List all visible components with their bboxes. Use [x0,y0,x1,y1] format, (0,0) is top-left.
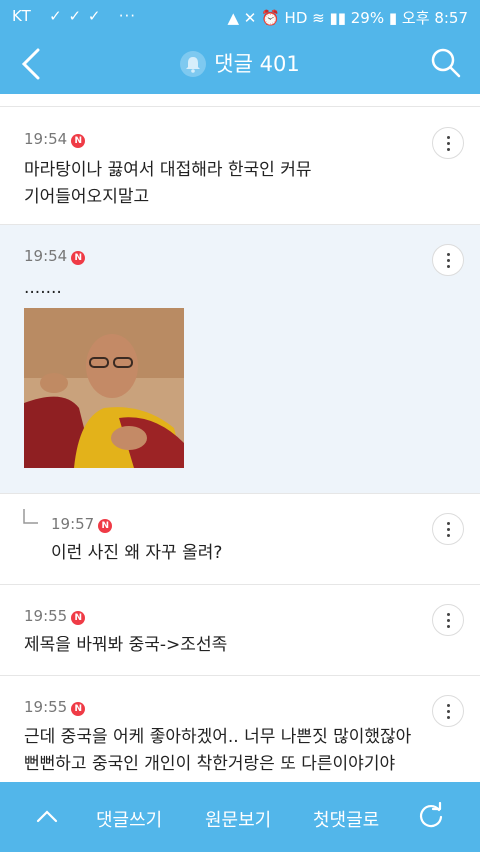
reply-arrow-icon [23,509,38,524]
status-bar: KT ✓ ✓ ✓ ··· ▲ ✕ ⏰ HD ≋ ▮▮ 29% ▮ 오후 8:57 [0,0,480,34]
battery-icon: ▮ [388,9,398,27]
status-left: KT ✓ ✓ ✓ ··· [12,7,136,25]
more-options-button[interactable] [432,695,464,727]
portrait-photo [24,308,184,468]
view-original-button[interactable]: 원문보기 [205,806,271,832]
comment-item: 19:55 N 제목을 바꿔봐 중국->조선족 [0,585,480,675]
bell-icon[interactable] [180,51,207,77]
comment-item: 19:55 N 근데 중국을 어케 좋아하겠어.. 너무 나쁜짓 많이했잖아 뻔뻔… [0,676,480,782]
comment-image[interactable] [24,308,184,468]
comment-time: 19:55 N [24,698,86,716]
refresh-button[interactable] [417,801,445,834]
comment-time: 19:54 N [24,130,86,148]
new-badge: N [71,702,86,716]
more-icon [447,136,450,139]
new-badge: N [71,611,86,625]
write-comment-button[interactable]: 댓글쓰기 [96,806,162,832]
comment-item: 19:54 N 마라탕이나 끓여서 대접해라 한국인 커뮤 기어들어오지말고 [0,107,480,224]
comment-text: 근데 중국을 어케 좋아하겠어.. 너무 나쁜짓 많이했잖아 뻔뻔하고 중국인 … [24,727,412,774]
comment-time: 19:55 N [24,607,86,625]
more-options-button[interactable] [432,127,464,159]
bottom-toolbar: 댓글쓰기 원문보기 첫댓글로 [0,782,480,852]
new-badge: N [98,519,113,533]
status-right: ▲ ✕ ⏰ HD ≋ ▮▮ 29% ▮ 오후 8:57 [227,7,468,28]
clock-time: 8:57 [434,9,468,27]
more-icon [447,704,450,707]
reply-comment-item: 19:57 N 이런 사진 왜 자꾸 올려? [0,494,480,584]
battery-level: 29% [350,9,385,27]
comment-text: ....... [24,278,62,298]
comment-text: 제목을 바꿔봐 중국->조선족 [24,635,228,655]
more-options-button[interactable] [432,604,464,636]
more-icon [447,253,450,256]
comment-text: 이런 사진 왜 자꾸 올려? [51,543,223,563]
new-badge: N [71,251,86,265]
header-bar: 댓글 401 [0,34,480,94]
comment-time: 19:57 N [51,515,113,533]
header-title-area: 댓글 401 [0,48,480,80]
comment-text: 마라탕이나 끓여서 대접해라 한국인 커뮤 기어들어오지말고 [24,160,312,207]
carrier-label: KT [12,7,32,25]
more-options-button[interactable] [432,513,464,545]
notification-icons: ✓ ✓ ✓ ··· [37,7,137,25]
search-button[interactable] [430,47,462,79]
refresh-icon [419,801,443,828]
clock-ampm: 오후 [401,9,430,27]
comment-time: 19:54 N [24,247,86,265]
chevron-up-icon [36,810,58,823]
search-icon [431,48,461,78]
page-title: 댓글 401 [214,52,300,76]
first-comment-button[interactable]: 첫댓글로 [313,806,379,832]
new-badge: N [71,134,86,148]
more-options-button[interactable] [432,244,464,276]
more-icon [447,522,450,525]
more-icon [447,613,450,616]
scroll-top-button[interactable] [36,808,58,827]
system-icons: ▲ ✕ ⏰ HD ≋ ▮▮ [227,9,351,27]
